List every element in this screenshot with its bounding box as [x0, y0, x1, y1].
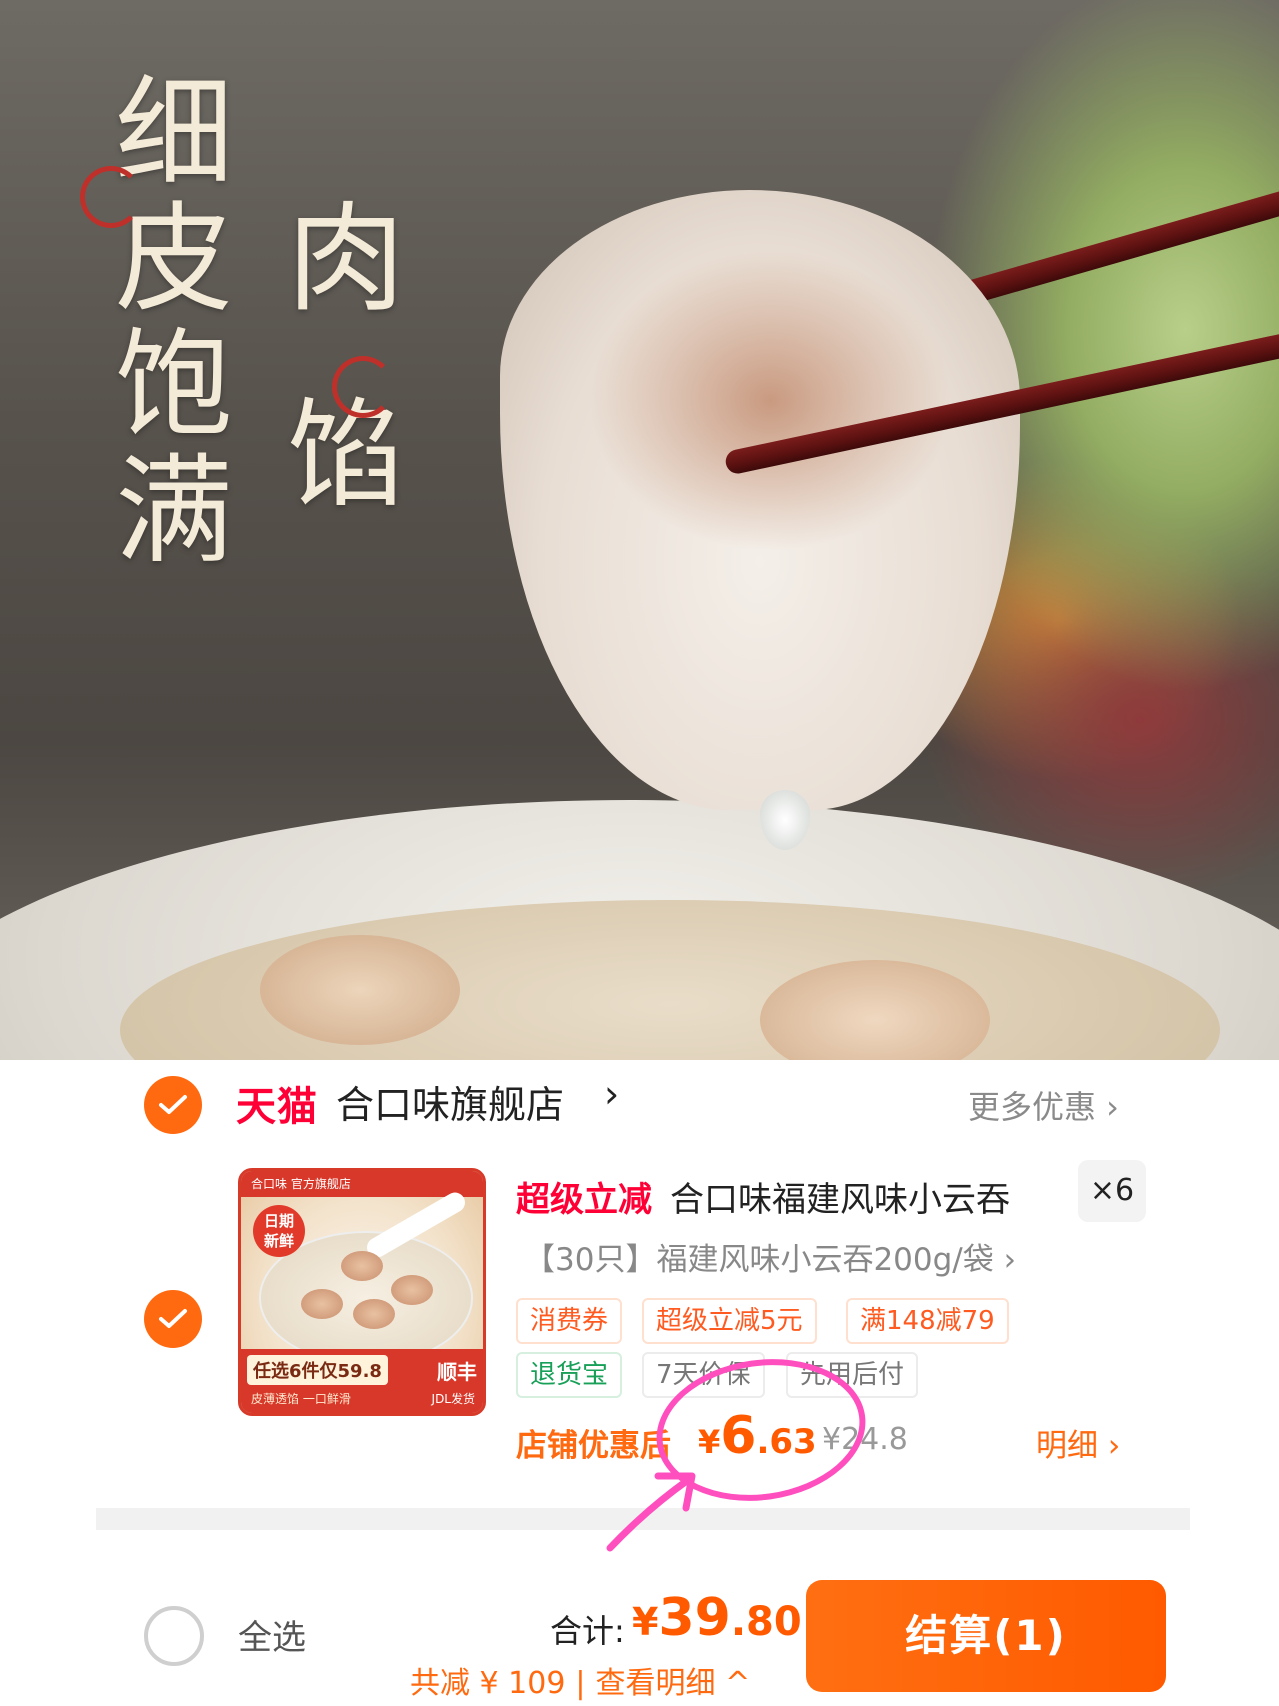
thumbnail-shipping-text: 顺丰: [437, 1360, 477, 1384]
shopping-cart-panel: 天猫 合口味旗舰店 › 更多优惠 › 合口味 官方旗舰店 日期 新鲜 任选6件仅…: [0, 1060, 1279, 1706]
price-integer: 39: [658, 1588, 731, 1648]
thumbnail-promo-text: 任选6件仅59.8: [247, 1355, 388, 1385]
chevron-right-icon[interactable]: ›: [604, 1072, 619, 1116]
product-hero-image: 细 皮 饱 满 肉 馅: [0, 0, 1279, 1060]
checkout-button[interactable]: 结算(1): [806, 1580, 1166, 1692]
headline-column-2: 肉 馅: [276, 196, 416, 518]
select-all-label[interactable]: 全选: [238, 1610, 306, 1659]
service-tag-return: 退货宝: [516, 1352, 623, 1398]
promo-tag-coupon: 消费券: [516, 1298, 623, 1344]
more-deals-link[interactable]: 更多优惠 ›: [968, 1082, 1119, 1128]
super-discount-tag: 超级立减: [516, 1180, 652, 1220]
total-price: ¥39.80: [632, 1588, 802, 1648]
item-select-checkbox[interactable]: [144, 1290, 202, 1348]
view-detail-link[interactable]: 查看明细 ^: [596, 1666, 751, 1701]
headline-char: 满: [114, 442, 233, 580]
fresh-date-badge: 日期 新鲜: [253, 1205, 305, 1257]
currency-symbol: ¥: [632, 1600, 659, 1644]
price-decimal: .80: [730, 1599, 802, 1645]
savings-amount: 共减 ¥ 109: [410, 1666, 566, 1701]
checkmark-icon: [159, 1309, 187, 1328]
store-name-link[interactable]: 合口味旗舰店: [336, 1074, 564, 1129]
annotation-arrow-icon: [606, 1472, 696, 1552]
wonton-in-bowl: [260, 935, 460, 1045]
headline-char: 饱: [114, 316, 233, 454]
thumbnail-slogan: 皮薄透馅 一口鲜滑: [251, 1392, 351, 1406]
total-label: 合计:: [550, 1612, 625, 1650]
thumbnail-wonton: [391, 1275, 433, 1305]
thumbnail-store-banner: 合口味 官方旗舰店: [241, 1171, 483, 1197]
price-detail-link[interactable]: 明细 ›: [1036, 1420, 1120, 1465]
thumbnail-delivery: JDL发货: [431, 1392, 475, 1406]
headline-char: 肉: [286, 190, 405, 328]
product-thumbnail[interactable]: 合口味 官方旗舰店 日期 新鲜 任选6件仅59.8 顺丰 皮薄透馅 一口鲜滑 J…: [238, 1168, 486, 1416]
select-all-checkbox[interactable]: [144, 1606, 204, 1666]
quantity-stepper[interactable]: ×6: [1078, 1160, 1146, 1222]
promo-tag-threshold: 满148减79: [846, 1298, 1009, 1344]
wonton-held: [500, 190, 1020, 810]
headline-column-1: 细 皮 饱 满: [104, 70, 244, 574]
savings-summary: 共减 ¥ 109 | 查看明细 ^: [410, 1658, 750, 1702]
checkmark-icon: [159, 1095, 187, 1114]
decorative-circle: [332, 356, 394, 418]
decorative-circle: [80, 166, 142, 228]
thumbnail-wonton: [301, 1289, 343, 1319]
tmall-logo-text: 天猫: [236, 1084, 318, 1130]
product-title[interactable]: 合口味福建风味小云吞: [670, 1172, 1010, 1221]
store-select-checkbox[interactable]: [144, 1076, 202, 1134]
thumbnail-wonton: [353, 1299, 395, 1329]
separator: |: [575, 1666, 586, 1701]
sku-selector[interactable]: 【30只】福建风味小云吞200g/袋 ›: [524, 1234, 1016, 1279]
promo-tag-instant-discount: 超级立减5元: [642, 1298, 817, 1344]
thumbnail-wonton: [341, 1251, 383, 1281]
